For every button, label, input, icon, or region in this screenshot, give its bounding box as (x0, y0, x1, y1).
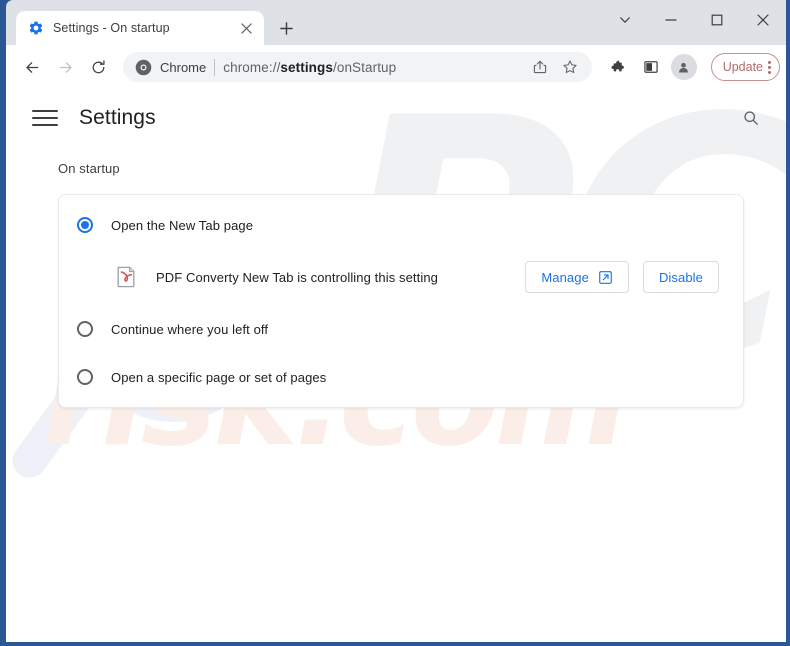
puzzle-piece-icon (611, 59, 625, 71)
url-bold: settings (280, 59, 333, 75)
extension-notice-row: PDF Converty New Tab is controlling this… (59, 249, 743, 305)
omnibox-url: chrome://settings/onStartup (223, 60, 517, 75)
forward-button[interactable] (49, 51, 81, 83)
manage-button[interactable]: Manage (525, 261, 629, 293)
settings-page: PC risk.com Settings On startu (6, 89, 786, 642)
gear-icon (29, 21, 43, 35)
disable-label: Disable (658, 269, 703, 285)
search-icon (744, 111, 758, 125)
radio-button[interactable] (77, 217, 93, 233)
update-button[interactable]: Update (710, 53, 780, 81)
profile-avatar[interactable] (670, 54, 697, 80)
extensions-button[interactable] (603, 53, 631, 81)
bookmark-button[interactable] (556, 53, 584, 81)
on-startup-section: On startup Open the New Tab page PDF Con… (6, 161, 786, 408)
url-prefix: chrome:// (223, 59, 281, 75)
bar (32, 110, 58, 112)
search-settings-button[interactable] (734, 101, 768, 135)
tab-search-button[interactable] (602, 0, 648, 40)
new-tab-button[interactable] (272, 14, 300, 42)
settings-header: Settings (6, 89, 786, 147)
close-tab-icon[interactable] (236, 18, 256, 38)
page-title: Settings (79, 106, 156, 129)
share-icon (533, 60, 546, 74)
dot (768, 60, 771, 64)
maximize-icon (711, 14, 723, 26)
close-icon (757, 14, 769, 26)
radio-label: Open the New Tab page (111, 217, 254, 233)
external-link-icon (599, 270, 612, 284)
plus-icon (279, 21, 293, 35)
reload-icon (92, 59, 105, 73)
arrow-left-icon (25, 61, 38, 73)
bar (32, 117, 58, 119)
close-window-button[interactable] (740, 0, 786, 40)
update-label: Update (722, 60, 763, 74)
url-suffix: /onStartup (332, 59, 397, 75)
minimize-button[interactable] (648, 0, 694, 40)
window-controls (602, 0, 786, 40)
radio-option-continue[interactable]: Continue where you left off (59, 305, 743, 353)
person-icon (679, 62, 689, 72)
on-startup-card: Open the New Tab page PDF Converty New T… (58, 194, 744, 408)
tab-title: Settings - On startup (53, 21, 170, 35)
share-button[interactable] (526, 53, 554, 81)
maximize-button[interactable] (694, 0, 740, 40)
back-button[interactable] (16, 51, 48, 83)
dot (768, 65, 771, 69)
omnibox-chip-label: Chrome (160, 59, 207, 75)
dot (768, 70, 771, 74)
bar (32, 124, 58, 126)
omnibox-actions (526, 53, 584, 81)
browser-window: Settings - On startup Chrome chrome://se… (0, 0, 790, 646)
chrome-menu-icon[interactable] (768, 60, 771, 74)
browser-toolbar: Chrome chrome://settings/onStartup Updat… (6, 45, 786, 89)
extension-notice-text: PDF Converty New Tab is controlling this… (156, 269, 439, 285)
arrow-right-icon (59, 61, 72, 73)
close-icon (240, 22, 252, 34)
radio-button[interactable] (77, 369, 93, 385)
section-label: On startup (58, 161, 120, 176)
radio-option-new-tab[interactable]: Open the New Tab page (59, 201, 743, 249)
pdf-file-icon (117, 266, 135, 288)
omnibox-divider (214, 58, 216, 76)
reload-button[interactable] (82, 51, 114, 83)
manage-label: Manage (541, 269, 589, 285)
disable-button[interactable]: Disable (642, 261, 719, 293)
address-bar[interactable]: Chrome chrome://settings/onStartup (123, 52, 592, 82)
star-icon (563, 60, 577, 74)
side-panel-button[interactable] (637, 53, 665, 81)
radio-option-specific-pages[interactable]: Open a specific page or set of pages (59, 353, 743, 401)
browser-tab[interactable]: Settings - On startup (16, 11, 264, 45)
chevron-down-icon (620, 17, 630, 23)
radio-label: Open a specific page or set of pages (111, 369, 327, 385)
minimize-icon (665, 19, 677, 21)
main-menu-button[interactable] (28, 101, 62, 135)
tab-strip: Settings - On startup (6, 0, 786, 45)
radio-button[interactable] (77, 321, 93, 337)
radio-label: Continue where you left off (111, 321, 269, 337)
extension-actions: Manage Disable (525, 261, 719, 293)
side-panel-icon (644, 61, 658, 73)
chrome-logo-icon (135, 59, 152, 75)
toolbar-icons: Update (599, 53, 780, 81)
